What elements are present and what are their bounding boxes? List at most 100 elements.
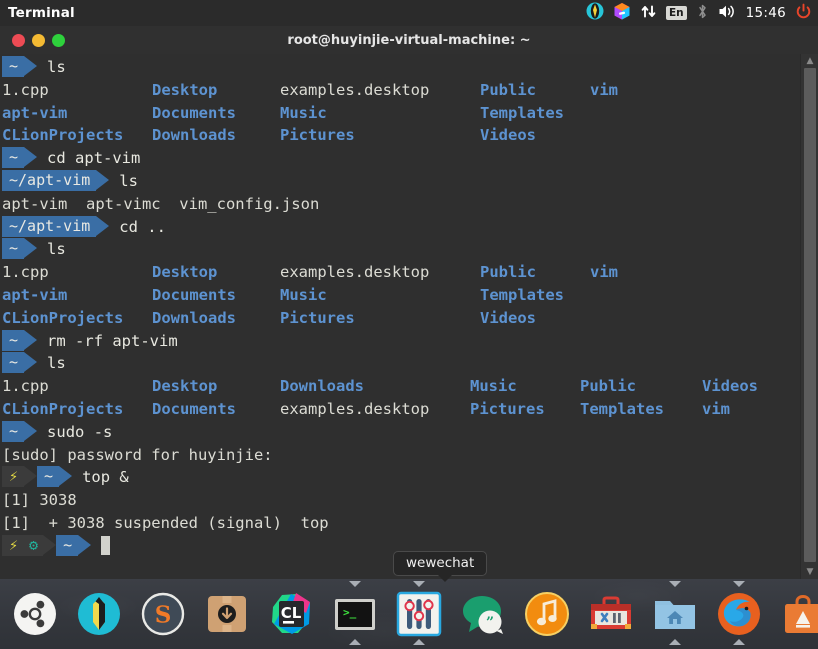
prompt-separator-icon: [43, 534, 57, 556]
prompt-path: ~: [2, 420, 25, 442]
minimize-button[interactable]: [32, 33, 45, 47]
terminal-screen[interactable]: ~ ls 1.cpp Desktop examples.desktop Public vim…: [0, 54, 800, 579]
clion-icon: CL: [268, 591, 314, 637]
dock-item-terminal[interactable]: >_: [328, 581, 382, 646]
application-dock: S CL >_ ”: [0, 579, 818, 649]
shell-prompt: ~: [2, 238, 38, 261]
bluetooth-icon[interactable]: [696, 3, 709, 24]
ls-entry: Documents: [152, 285, 236, 304]
shell-prompt: ~: [2, 329, 38, 353]
chat-bubble-icon: ”: [460, 591, 506, 637]
active-app-title[interactable]: Terminal: [8, 5, 75, 21]
terminal-line: ⚡ ~ top &: [2, 466, 800, 489]
terminal-body[interactable]: ~ ls 1.cpp Desktop examples.desktop Public vim…: [0, 54, 818, 579]
ls-entry: Public: [480, 80, 536, 99]
dock-item-software-store[interactable]: [776, 582, 818, 646]
prompt-arrow-icon: [24, 329, 38, 351]
svg-text:>_: >_: [343, 606, 357, 619]
terminal-command: top &: [82, 468, 129, 487]
dock-tooltip: wewechat: [393, 551, 488, 582]
dock-item-toolbox[interactable]: [584, 582, 638, 646]
dock-item-clion[interactable]: CL: [264, 582, 318, 646]
terminal-line: CLionProjects Downloads Pictures Videos: [2, 124, 800, 147]
ls-entry: Templates: [480, 103, 564, 122]
system-tray: En 15:46: [586, 2, 812, 24]
scroll-up-arrow[interactable]: ▲: [801, 54, 818, 68]
ls-entry: 1.cpp: [2, 80, 49, 99]
terminal-icon: >_: [332, 591, 378, 637]
shield-teal-icon: [76, 591, 122, 637]
prompt-path: ~: [2, 352, 25, 374]
terminal-command: ls: [47, 240, 66, 259]
dock-item-audio-equalizer[interactable]: [392, 581, 446, 646]
ls-entry: Desktop: [152, 80, 218, 99]
ls-entry: Videos: [702, 377, 758, 396]
dock-tooltip-label: wewechat: [406, 555, 475, 571]
ls-entry: Desktop: [152, 377, 218, 396]
prompt-arrow-icon: [24, 420, 38, 442]
close-button[interactable]: [12, 33, 25, 47]
ls-entry: Templates: [580, 399, 664, 418]
dock-item-ubuntu-software-center[interactable]: [8, 582, 62, 646]
toolbox-icon: [588, 591, 634, 637]
dock-item-sublime-text[interactable]: S: [136, 582, 190, 646]
prompt-arrow-icon: [96, 215, 110, 237]
terminal-line: apt-vim Documents Music Templates: [2, 284, 800, 307]
ubuntu-icon: [12, 591, 58, 637]
ls-entry: examples.desktop: [280, 263, 430, 282]
running-indicator-icon: [733, 581, 745, 587]
power-icon[interactable]: [795, 3, 812, 24]
music-note-icon: [524, 591, 570, 637]
dock-item-package-installer[interactable]: [200, 582, 254, 646]
terminal-line: CLionProjects Downloads Pictures Videos: [2, 307, 800, 330]
indicator-teal-icon[interactable]: [586, 2, 604, 24]
terminal-line: ~ ls: [2, 238, 800, 261]
ls-entry: 1.cpp: [2, 377, 49, 396]
scrollbar-thumb[interactable]: [804, 68, 816, 562]
terminal-line: apt-vim Documents Music Templates: [2, 102, 800, 125]
prompt-arrow-icon: [78, 534, 92, 556]
terminal-line: ~ ls: [2, 352, 800, 375]
dock-item-firefox[interactable]: [712, 581, 766, 646]
system-clock[interactable]: 15:46: [746, 5, 786, 21]
dock-item-wewechat[interactable]: ”: [456, 582, 510, 646]
terminal-line: CLionProjects Documents examples.desktop Pi…: [2, 398, 800, 421]
terminal-title: root@huyinjie-virtual-machine: ~: [287, 32, 531, 48]
terminal-titlebar[interactable]: root@huyinjie-virtual-machine: ~: [0, 26, 818, 54]
firefox-icon: [716, 591, 762, 637]
prompt-path: ~: [2, 238, 25, 260]
root-lightning-icon: ⚡: [2, 534, 25, 556]
store-bag-icon: [780, 591, 818, 637]
shell-prompt: ~: [2, 352, 38, 375]
shell-prompt: ~/apt-vim: [2, 215, 110, 239]
ls-entry: examples.desktop: [280, 399, 430, 418]
terminal-cursor: [101, 535, 111, 555]
terminal-command: cd apt-vim: [47, 149, 141, 168]
prompt-path: ~: [2, 56, 25, 77]
terminal-line: 1.cpp Desktop examples.desktop Public vim: [2, 79, 800, 102]
keyboard-layout-icon[interactable]: En: [665, 6, 687, 20]
network-updown-icon[interactable]: [640, 3, 657, 24]
ls-entry: Pictures: [280, 308, 355, 327]
ls-entry: Music: [280, 285, 327, 304]
dock-item-music-player[interactable]: [520, 582, 574, 646]
terminal-command: sudo -s: [47, 422, 113, 441]
prompt-separator-icon: [24, 466, 38, 487]
dock-item-list: S CL >_ ”: [0, 579, 818, 649]
terminal-line: ~/apt-vim cd ..: [2, 215, 800, 239]
dock-item-ubuntu-tweak[interactable]: [72, 582, 126, 646]
prompt-path: ~/apt-vim: [2, 169, 97, 191]
svg-text:S: S: [155, 602, 172, 629]
ls-entry: Public: [480, 263, 536, 282]
maximize-button[interactable]: [52, 33, 65, 47]
dock-item-files[interactable]: [648, 581, 702, 646]
terminal-scrollbar[interactable]: ▲ ▼: [800, 54, 818, 579]
prompt-path: ~: [56, 534, 79, 556]
sublime-s-icon: S: [140, 591, 186, 637]
scroll-down-arrow[interactable]: ▼: [801, 565, 818, 579]
volume-icon[interactable]: [718, 3, 737, 24]
ls-entry: Pictures: [470, 399, 545, 418]
colorcube-icon[interactable]: [613, 2, 631, 24]
shell-prompt: ~: [2, 147, 38, 170]
running-indicator-bottom-icon: [413, 639, 425, 645]
